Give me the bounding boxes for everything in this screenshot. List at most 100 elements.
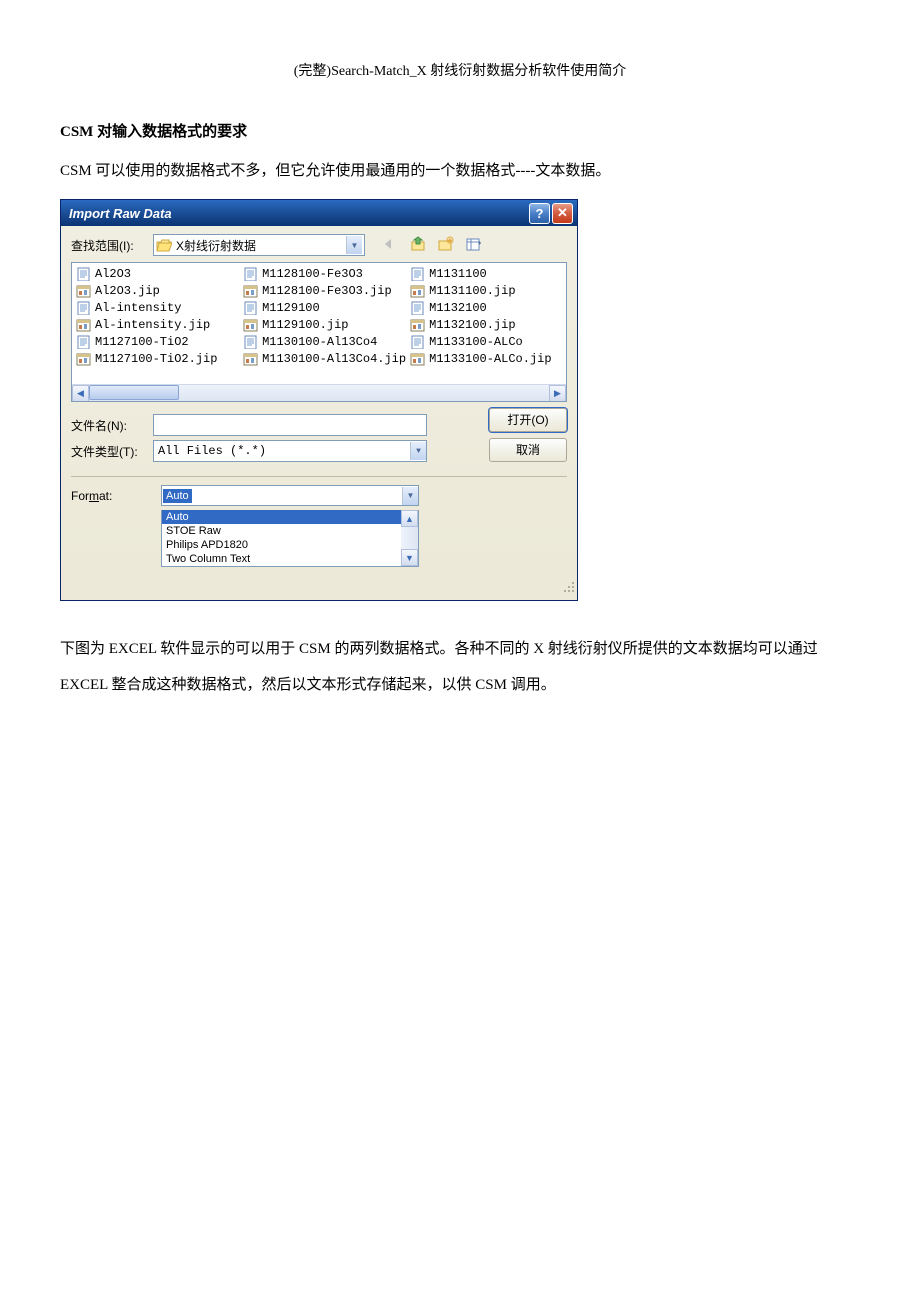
file-name: M1127100-TiO2: [95, 335, 189, 349]
lookin-folder-text: X射线衍射数据: [176, 237, 346, 254]
views-icon: [465, 236, 483, 254]
filename-input[interactable]: [153, 414, 427, 436]
resize-grip-icon: [561, 579, 575, 593]
filetype-value: All Files (*.*): [154, 444, 410, 458]
file-item[interactable]: M1129100.jip: [243, 318, 410, 332]
file-item[interactable]: M1127100-TiO2.jip: [76, 352, 243, 366]
file-name: M1133100-ALCo: [429, 335, 523, 349]
help-button[interactable]: ?: [529, 203, 550, 224]
format-combo[interactable]: Auto ▼: [161, 485, 419, 506]
file-name: M1129100: [262, 301, 320, 315]
paragraph-2: 下图为 EXCEL 软件显示的可以用于 CSM 的两列数据格式。各种不同的 X …: [60, 631, 860, 703]
file-item[interactable]: M1128100-Fe3O3.jip: [243, 284, 410, 298]
file-column-2: M1128100-Fe3O3 M1128100-Fe3O3.jip M1129100…: [243, 267, 410, 383]
file-type-icon: [76, 318, 92, 332]
file-type-icon: [76, 335, 92, 349]
file-type-icon: [76, 301, 92, 315]
filetype-dropdown-arrow-icon[interactable]: ▼: [410, 442, 426, 460]
format-section: Format: Auto ▼ Auto STOE Raw Philips APD…: [71, 476, 567, 569]
file-type-icon: [410, 318, 426, 332]
file-type-icon: [243, 335, 259, 349]
file-item[interactable]: M1131100: [410, 267, 562, 281]
file-item[interactable]: M1130100-Al13Co4.jip: [243, 352, 410, 366]
back-arrow-icon: [381, 236, 399, 254]
file-item[interactable]: Al2O3.jip: [76, 284, 243, 298]
file-type-icon: [410, 352, 426, 366]
scroll-thumb[interactable]: [89, 385, 179, 400]
file-column-1: Al2O3 Al2O3.jip Al-intensity Al-intensity.j…: [76, 267, 243, 383]
file-item[interactable]: M1127100-TiO2: [76, 335, 243, 349]
file-name: Al2O3.jip: [95, 284, 160, 298]
dialog-body: 查找范围(I): X射线衍射数据 ▼ Al2O3 Al2O3.jip Al-inte…: [61, 226, 577, 579]
lookin-dropdown-arrow-icon[interactable]: ▼: [346, 236, 362, 254]
lookin-combo[interactable]: X射线衍射数据 ▼: [153, 234, 365, 256]
file-item[interactable]: Al-intensity.jip: [76, 318, 243, 332]
file-type-icon: [76, 352, 92, 366]
scroll-right-button[interactable]: ▶: [549, 385, 566, 402]
cancel-button[interactable]: 取消: [489, 438, 567, 462]
format-option[interactable]: Philips APD1820: [162, 538, 418, 552]
filetype-combo[interactable]: All Files (*.*) ▼: [153, 440, 427, 462]
file-item[interactable]: M1133100-ALCo.jip: [410, 352, 562, 366]
file-item[interactable]: M1129100: [243, 301, 410, 315]
file-name: M1130100-Al13Co4.jip: [262, 352, 406, 366]
open-button[interactable]: 打开(O): [489, 408, 567, 432]
file-name: M1128100-Fe3O3: [262, 267, 363, 281]
new-folder-icon: [437, 236, 455, 254]
file-listbox[interactable]: Al2O3 Al2O3.jip Al-intensity Al-intensity.j…: [71, 262, 567, 402]
file-type-icon: [410, 301, 426, 315]
up-one-level-button[interactable]: [407, 234, 429, 256]
dialog-titlebar[interactable]: Import Raw Data ? ✕: [61, 200, 577, 226]
file-name: M1131100: [429, 267, 487, 281]
paragraph-1: CSM 可以使用的数据格式不多，但它允许使用最通用的一个数据格式----文本数据…: [60, 153, 860, 189]
file-name: M1132100: [429, 301, 487, 315]
file-type-icon: [410, 335, 426, 349]
horizontal-scrollbar[interactable]: ◀ ▶: [72, 384, 566, 401]
lookin-label: 查找范围(I):: [71, 237, 153, 254]
scroll-left-button[interactable]: ◀: [72, 385, 89, 402]
views-menu-button[interactable]: [463, 234, 485, 256]
back-button[interactable]: [379, 234, 401, 256]
format-dropdown-list[interactable]: Auto STOE Raw Philips APD1820 Two Column…: [161, 510, 419, 567]
titlebar-buttons: ? ✕: [529, 203, 573, 224]
scroll-down-button[interactable]: ▼: [401, 549, 418, 566]
file-item[interactable]: M1132100.jip: [410, 318, 562, 332]
format-option[interactable]: Two Column Text: [162, 552, 418, 566]
section-heading: CSM 对输入数据格式的要求: [60, 120, 860, 141]
file-type-icon: [76, 267, 92, 281]
format-selected-value: Auto: [163, 489, 192, 503]
file-item[interactable]: M1128100-Fe3O3: [243, 267, 410, 281]
format-option[interactable]: STOE Raw: [162, 524, 418, 538]
file-item[interactable]: M1132100: [410, 301, 562, 315]
file-type-icon: [243, 284, 259, 298]
file-item[interactable]: M1131100.jip: [410, 284, 562, 298]
dialog-title: Import Raw Data: [69, 206, 172, 221]
file-name: Al-intensity.jip: [95, 318, 210, 332]
format-label: Format:: [71, 489, 161, 503]
file-item[interactable]: Al-intensity: [76, 301, 243, 315]
filename-label: 文件名(N):: [71, 417, 153, 434]
scroll-track[interactable]: [89, 385, 549, 401]
format-list-scrollbar[interactable]: ▲ ▼: [401, 510, 418, 566]
new-folder-button[interactable]: [435, 234, 457, 256]
filetype-label: 文件类型(T):: [71, 443, 153, 460]
filename-row: 文件名(N):: [71, 414, 459, 436]
file-type-icon: [76, 284, 92, 298]
scroll-up-button[interactable]: ▲: [401, 510, 418, 527]
file-name: M1133100-ALCo.jip: [429, 352, 551, 366]
filetype-row: 文件类型(T): All Files (*.*) ▼: [71, 440, 459, 462]
file-type-icon: [243, 267, 259, 281]
file-name: M1131100.jip: [429, 284, 515, 298]
file-item[interactable]: M1133100-ALCo: [410, 335, 562, 349]
file-type-icon: [410, 267, 426, 281]
format-dropdown-arrow-icon[interactable]: ▼: [402, 487, 418, 505]
file-type-icon: [410, 284, 426, 298]
format-option[interactable]: Auto: [162, 510, 418, 524]
file-name: M1130100-Al13Co4: [262, 335, 377, 349]
file-item[interactable]: Al2O3: [76, 267, 243, 281]
file-item[interactable]: M1130100-Al13Co4: [243, 335, 410, 349]
file-column-3: M1131100 M1131100.jip M1132100 M1132100.jip…: [410, 267, 562, 383]
action-buttons: 打开(O) 取消: [489, 408, 567, 462]
resize-grip[interactable]: [61, 579, 577, 600]
close-button[interactable]: ✕: [552, 203, 573, 224]
